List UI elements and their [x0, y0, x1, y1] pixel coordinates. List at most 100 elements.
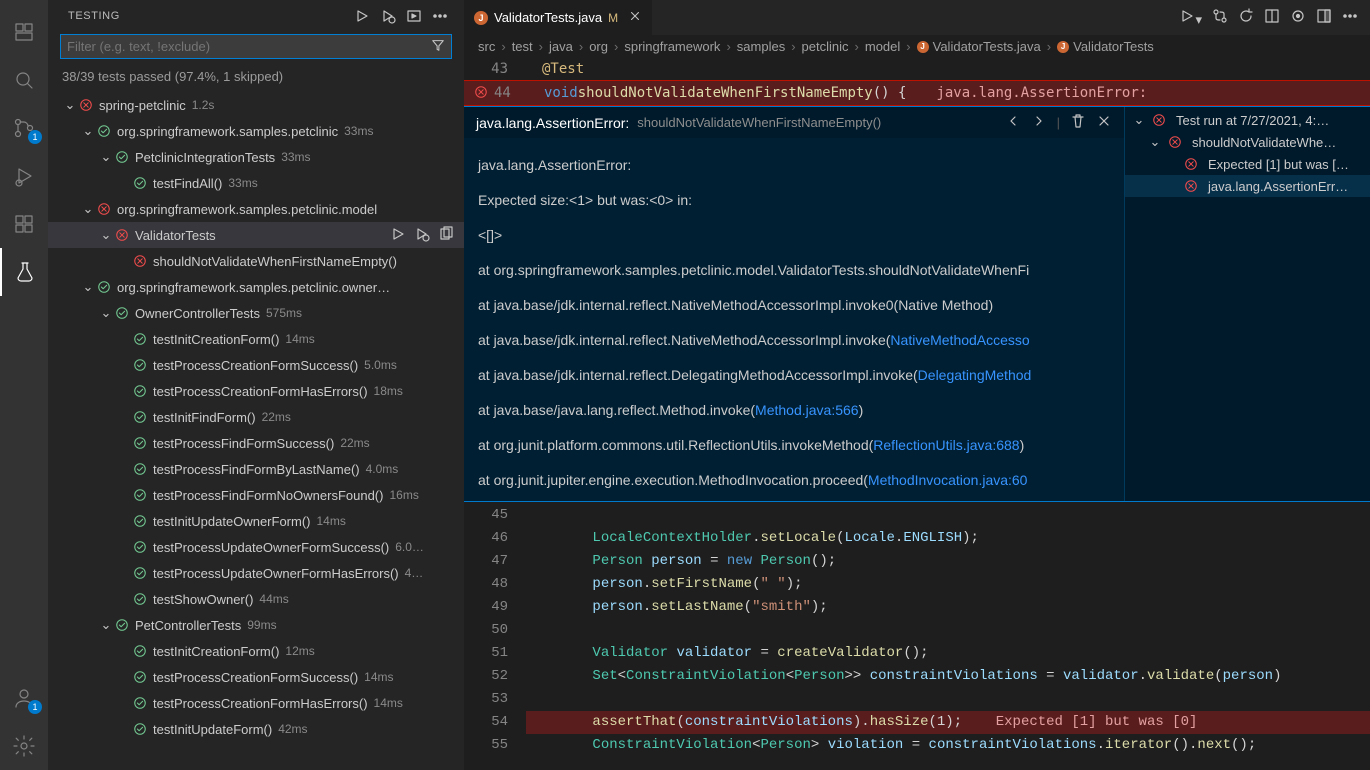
stacktrace-line[interactable]: at org.junit.jupiter.engine.execution.Me… — [478, 463, 1110, 498]
test-item[interactable]: testProcessCreationFormHasErrors()18ms — [48, 378, 464, 404]
test-item[interactable]: testInitUpdateForm()42ms — [48, 716, 464, 742]
test-item[interactable]: shouldNotValidateWhenFirstNameEmpty() — [48, 248, 464, 274]
chevron-icon[interactable]: ⌄ — [98, 227, 114, 243]
layout-icon[interactable] — [1316, 8, 1332, 27]
breadcrumb-item[interactable]: java — [549, 39, 573, 54]
code-line[interactable] — [526, 504, 1370, 527]
test-item[interactable]: testInitUpdateOwnerForm()14ms — [48, 508, 464, 534]
run-tab-icon[interactable]: ▾ — [1179, 8, 1202, 28]
test-item[interactable]: testInitCreationForm()12ms — [48, 638, 464, 664]
error-line[interactable]: 44 void shouldNotValidateWhenFirstNameEm… — [464, 80, 1370, 106]
close-peek-icon[interactable] — [1096, 113, 1112, 132]
test-item[interactable]: testShowOwner()44ms — [48, 586, 464, 612]
testing-icon[interactable] — [0, 248, 48, 296]
show-output-icon[interactable] — [406, 8, 422, 24]
code-line[interactable] — [526, 619, 1370, 642]
test-group[interactable]: ⌄OwnerControllerTests575ms — [48, 300, 464, 326]
test-item[interactable]: testProcessFindFormNoOwnersFound()16ms — [48, 482, 464, 508]
code-line[interactable]: ConstraintViolation<Person> violation = … — [526, 734, 1370, 757]
run-all-icon[interactable] — [354, 8, 370, 24]
breadcrumbs[interactable]: src›test›java›org›springframework›sample… — [464, 35, 1370, 58]
breadcrumb-item[interactable]: springframework — [624, 39, 720, 54]
peek-stacktrace[interactable]: java.lang.AssertionError:Expected size:<… — [464, 138, 1124, 501]
test-group[interactable]: ⌄org.springframework.samples.petclinic.o… — [48, 274, 464, 300]
chevron-icon[interactable]: ⌄ — [98, 305, 114, 321]
stacktrace-line[interactable]: at java.base/jdk.internal.reflect.Native… — [478, 323, 1110, 358]
goto-icon[interactable] — [438, 226, 454, 245]
diff-icon[interactable] — [1290, 8, 1306, 27]
extensions-icon[interactable] — [0, 200, 48, 248]
chevron-icon[interactable]: ⌄ — [80, 123, 96, 139]
stacktrace-line[interactable]: java.lang.AssertionError: — [478, 148, 1110, 183]
code-line[interactable] — [526, 688, 1370, 711]
tab-validator-tests[interactable]: J ValidatorTests.java M — [464, 0, 652, 35]
chevron-icon[interactable]: ⌄ — [98, 617, 114, 633]
code-area[interactable]: 4546474849505152535455 LocaleContextHold… — [464, 501, 1370, 770]
code-line[interactable]: Person person = new Person(); — [526, 550, 1370, 573]
peek-tree-item[interactable]: java.lang.AssertionErr… — [1125, 175, 1370, 197]
chevron-icon[interactable]: ⌄ — [62, 97, 78, 113]
test-item[interactable]: testProcessUpdateOwnerFormHasErrors()4… — [48, 560, 464, 586]
peek-tree-item[interactable]: Expected [1] but was [… — [1125, 153, 1370, 175]
filter-box[interactable] — [60, 34, 452, 59]
peek-tree-item[interactable]: ⌄Test run at 7/27/2021, 4:… — [1125, 109, 1370, 131]
split-right-icon[interactable] — [1264, 8, 1280, 27]
code-line[interactable]: Set<ConstraintViolation<Person>> constra… — [526, 665, 1370, 688]
accounts-icon[interactable]: 1 — [0, 674, 48, 722]
test-group[interactable]: ⌄spring-petclinic1.2s — [48, 92, 464, 118]
test-item[interactable]: testProcessCreationFormSuccess()14ms — [48, 664, 464, 690]
stacktrace-line[interactable]: at org.junit.platform.commons.util.Refle… — [478, 428, 1110, 463]
breadcrumb-item[interactable]: JValidatorTests — [1057, 39, 1154, 54]
code-line[interactable]: Validator validator = createValidator(); — [526, 642, 1370, 665]
code-line[interactable]: person.setFirstName(" "); — [526, 573, 1370, 596]
filter-input[interactable] — [61, 35, 425, 58]
breadcrumb-item[interactable]: model — [865, 39, 900, 54]
breadcrumb-item[interactable]: JValidatorTests.java — [917, 39, 1041, 54]
search-icon[interactable] — [0, 56, 48, 104]
breadcrumb-item[interactable]: test — [512, 39, 533, 54]
stacktrace-line[interactable]: <[]> — [478, 218, 1110, 253]
trash-icon[interactable] — [1070, 113, 1086, 132]
code-line[interactable]: assertThat(constraintViolations).hasSize… — [526, 711, 1370, 734]
breadcrumb-item[interactable]: samples — [737, 39, 785, 54]
prev-icon[interactable] — [1005, 113, 1021, 132]
test-group[interactable]: ⌄PetControllerTests99ms — [48, 612, 464, 638]
test-group[interactable]: ⌄PetclinicIntegrationTests33ms — [48, 144, 464, 170]
code-line[interactable]: person.setLastName("smith"); — [526, 596, 1370, 619]
test-item[interactable]: testProcessUpdateOwnerFormSuccess()6.0… — [48, 534, 464, 560]
test-item[interactable]: testProcessFindFormByLastName()4.0ms — [48, 456, 464, 482]
test-item[interactable]: testProcessCreationFormSuccess()5.0ms — [48, 352, 464, 378]
test-group[interactable]: ⌄org.springframework.samples.petclinic.m… — [48, 196, 464, 222]
git-compare-icon[interactable] — [1212, 8, 1228, 27]
filter-icon[interactable] — [425, 38, 451, 55]
test-item[interactable]: testInitCreationForm()14ms — [48, 326, 464, 352]
next-icon[interactable] — [1031, 113, 1047, 132]
test-group[interactable]: ⌄org.springframework.samples.petclinic33… — [48, 118, 464, 144]
stacktrace-line[interactable]: Expected size:<1> but was:<0> in: — [478, 183, 1110, 218]
settings-gear-icon[interactable] — [0, 722, 48, 770]
breadcrumb-item[interactable]: petclinic — [802, 39, 849, 54]
explorer-icon[interactable] — [0, 8, 48, 56]
run-debug-icon[interactable] — [0, 152, 48, 200]
stacktrace-line[interactable]: at java.base/java.lang.reflect.Method.in… — [478, 393, 1110, 428]
stacktrace-line[interactable]: at java.base/jdk.internal.reflect.Native… — [478, 288, 1110, 323]
code-line[interactable]: LocaleContextHolder.setLocale(Locale.ENG… — [526, 527, 1370, 550]
test-item[interactable]: testProcessFindFormSuccess()22ms — [48, 430, 464, 456]
debug-all-icon[interactable] — [380, 8, 396, 24]
loop-icon[interactable] — [1238, 8, 1254, 27]
scm-icon[interactable]: 1 — [0, 104, 48, 152]
breadcrumb-item[interactable]: org — [589, 39, 608, 54]
close-icon[interactable] — [628, 9, 642, 26]
more-tab-icon[interactable] — [1342, 8, 1358, 27]
chevron-icon[interactable]: ⌄ — [80, 279, 96, 295]
stacktrace-line[interactable]: at org.springframework.samples.petclinic… — [478, 253, 1110, 288]
debug-icon[interactable] — [414, 226, 430, 245]
chevron-icon[interactable]: ⌄ — [80, 201, 96, 217]
breadcrumb-item[interactable]: src — [478, 39, 495, 54]
test-item[interactable]: testInitFindForm()22ms — [48, 404, 464, 430]
stacktrace-line[interactable]: at java.base/jdk.internal.reflect.Delega… — [478, 358, 1110, 393]
more-icon[interactable] — [432, 8, 448, 24]
test-item[interactable]: testProcessCreationFormHasErrors()14ms — [48, 690, 464, 716]
test-item[interactable]: testFindAll()33ms — [48, 170, 464, 196]
chevron-icon[interactable]: ⌄ — [98, 149, 114, 165]
